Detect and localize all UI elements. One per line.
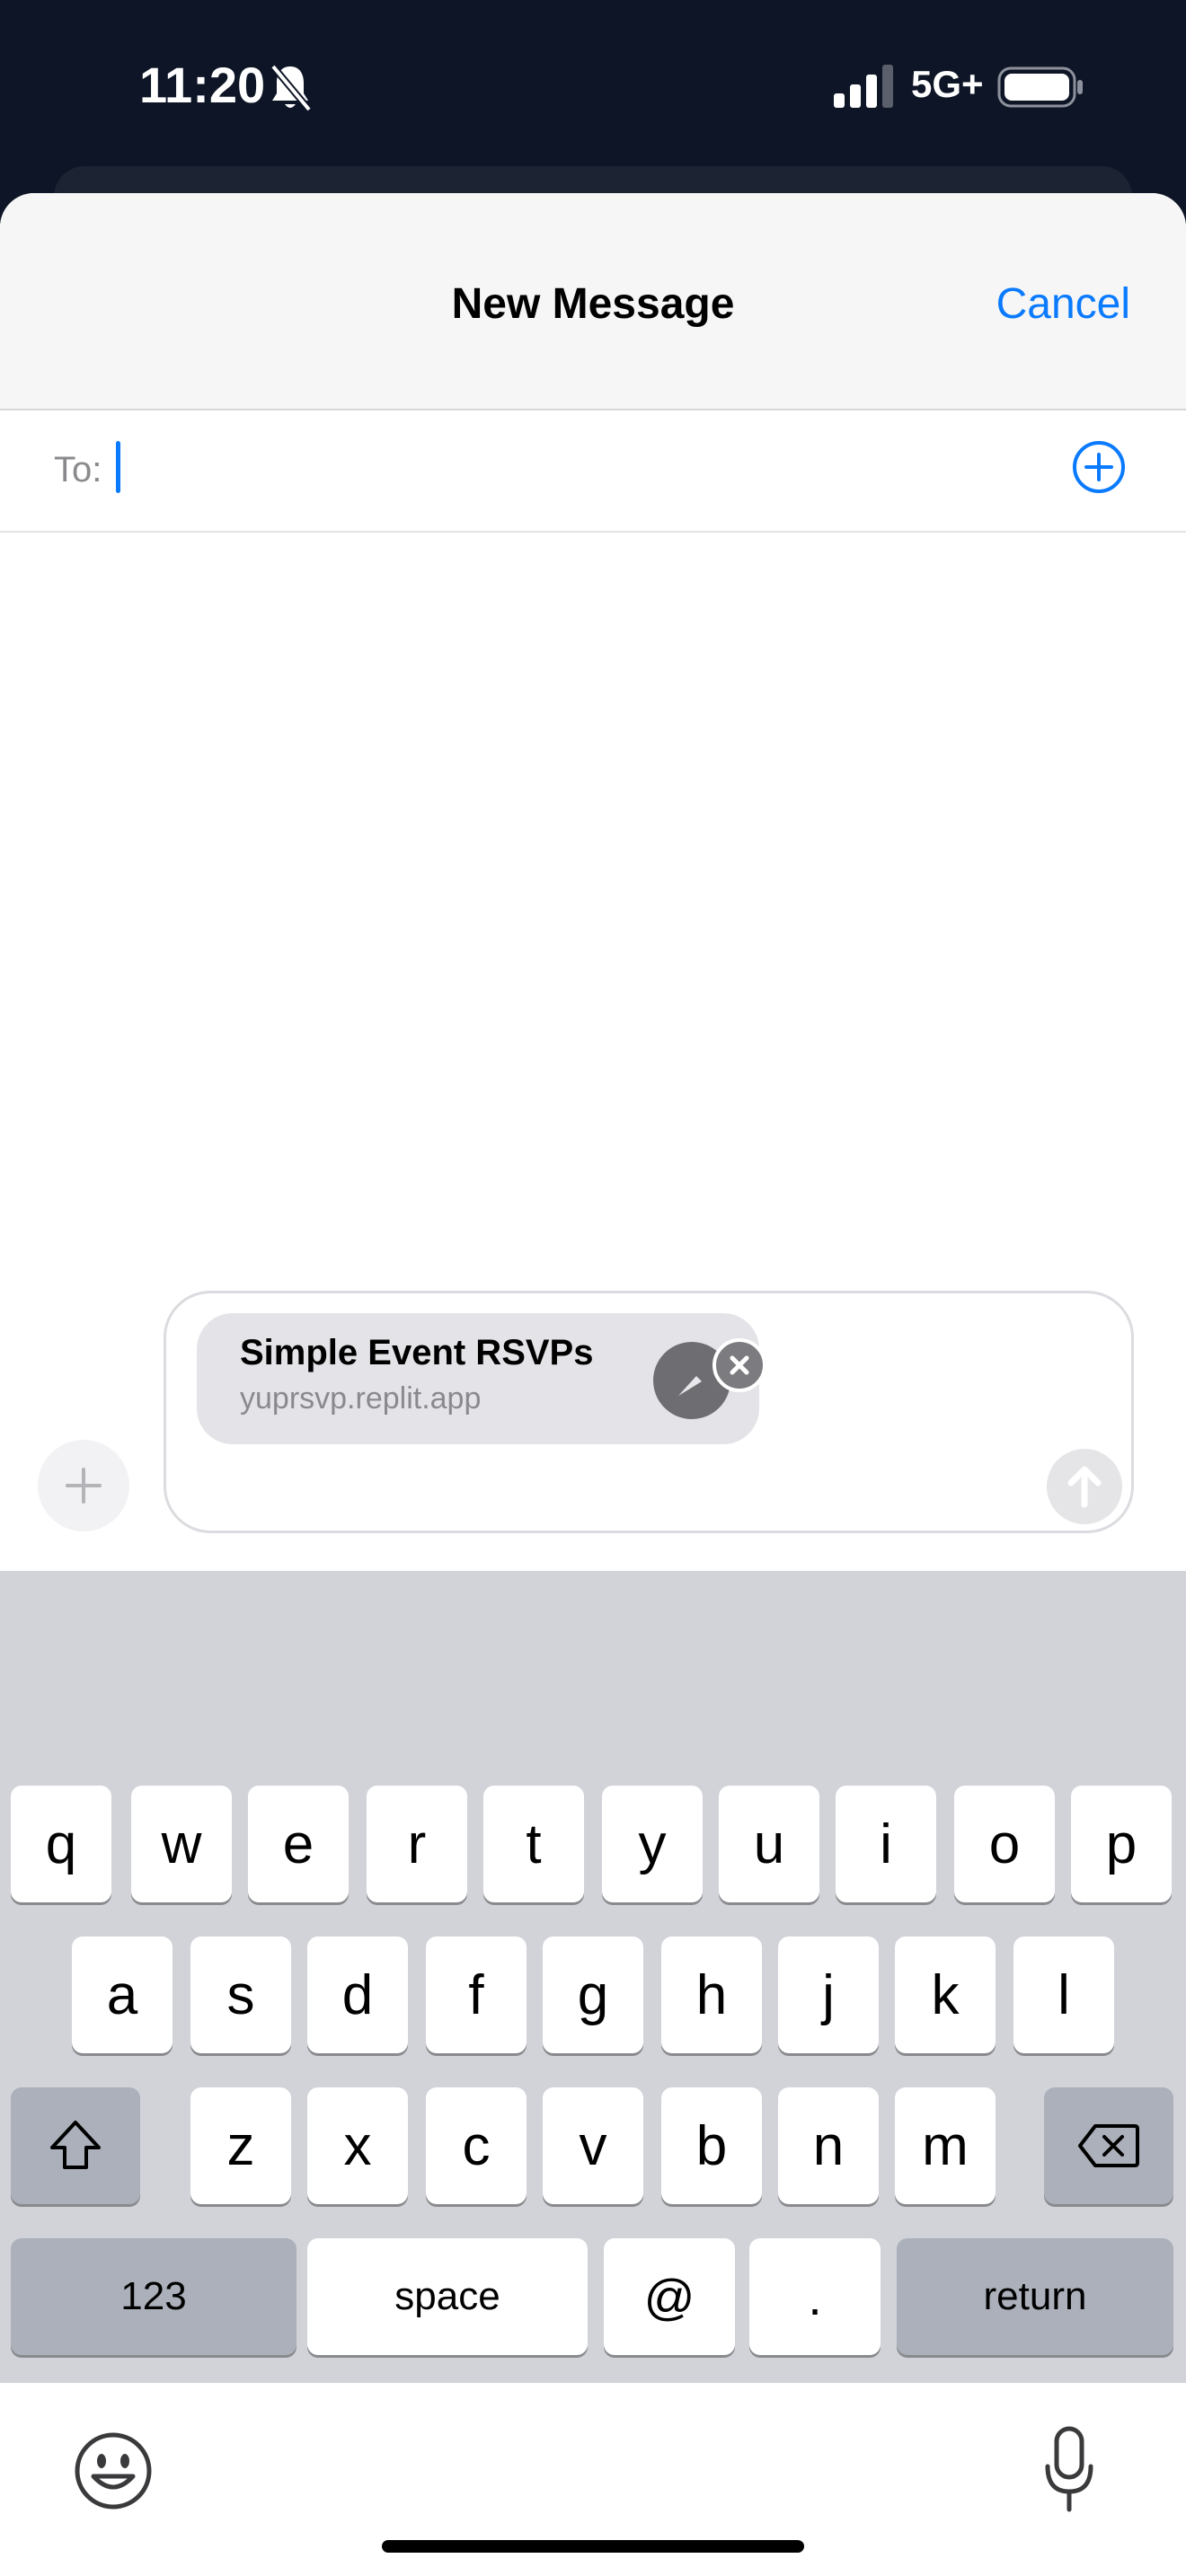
shift-icon <box>50 2121 101 2169</box>
key-b[interactable]: b <box>661 2087 762 2204</box>
cancel-button[interactable]: Cancel <box>996 279 1130 329</box>
key-k[interactable]: k <box>895 1936 996 2053</box>
plus-icon <box>66 1468 102 1504</box>
key-n[interactable]: n <box>778 2087 879 2204</box>
key-d[interactable]: d <box>307 1936 408 2053</box>
key-p[interactable]: p <box>1071 1786 1172 1902</box>
key-m[interactable]: m <box>895 2087 996 2204</box>
key-o[interactable]: o <box>954 1786 1055 1902</box>
home-indicator <box>382 2540 804 2553</box>
space-key[interactable]: space <box>307 2238 588 2355</box>
close-icon <box>730 1355 749 1375</box>
key-w[interactable]: w <box>131 1786 232 1902</box>
remove-link-preview-button[interactable] <box>712 1338 766 1392</box>
key-y[interactable]: y <box>602 1786 703 1902</box>
link-preview-url: yuprsvp.replit.app <box>240 1381 482 1416</box>
key-u[interactable]: u <box>719 1786 819 1902</box>
recipient-field[interactable]: To: <box>0 410 1186 533</box>
key-c[interactable]: c <box>426 2087 527 2204</box>
microphone-icon[interactable] <box>1042 2425 1096 2515</box>
apps-button[interactable] <box>38 1440 129 1531</box>
key-z[interactable]: z <box>190 2087 291 2204</box>
shift-key[interactable] <box>11 2087 140 2204</box>
status-bar: 11:20 5G+ <box>0 0 1186 180</box>
key-f[interactable]: f <box>426 1936 527 2053</box>
key-q[interactable]: q <box>11 1786 111 1902</box>
status-time: 11:20 <box>139 57 266 113</box>
numbers-key[interactable]: 123 <box>11 2238 296 2355</box>
link-preview-card[interactable]: Simple Event RSVPs yuprsvp.replit.app <box>197 1313 766 1444</box>
add-contact-icon[interactable] <box>1072 440 1126 494</box>
key-g[interactable]: g <box>543 1936 643 2053</box>
backspace-icon <box>1078 2124 1139 2167</box>
emoji-icon[interactable] <box>72 2430 155 2512</box>
arrow-up-icon <box>1067 1466 1102 1508</box>
key-e[interactable]: e <box>248 1786 349 1902</box>
nav-header: New Message Cancel <box>0 193 1186 410</box>
recipient-label: To: <box>54 450 102 490</box>
key-v[interactable]: v <box>543 2087 643 2204</box>
key-j[interactable]: j <box>778 1936 879 2053</box>
key-s[interactable]: s <box>190 1936 291 2053</box>
message-input[interactable]: Simple Event RSVPs yuprsvp.replit.app <box>164 1291 1134 1533</box>
key-t[interactable]: t <box>483 1786 584 1902</box>
return-key[interactable]: return <box>897 2238 1173 2355</box>
key-h[interactable]: h <box>661 1936 762 2053</box>
key-l[interactable]: l <box>1013 1936 1114 2053</box>
period-key[interactable]: . <box>749 2238 881 2355</box>
network-type: 5G+ <box>911 63 984 105</box>
delete-key[interactable] <box>1044 2087 1173 2204</box>
at-key[interactable]: @ <box>604 2238 735 2355</box>
text-cursor <box>116 441 120 493</box>
key-x[interactable]: x <box>307 2087 408 2204</box>
battery-icon <box>997 66 1083 108</box>
send-button[interactable] <box>1047 1449 1122 1524</box>
signal-icon <box>834 65 893 108</box>
link-preview-title: Simple Event RSVPs <box>240 1333 594 1372</box>
key-r[interactable]: r <box>367 1786 467 1902</box>
key-a[interactable]: a <box>72 1936 173 2053</box>
key-i[interactable]: i <box>836 1786 936 1902</box>
bell-slash-icon <box>270 64 313 112</box>
